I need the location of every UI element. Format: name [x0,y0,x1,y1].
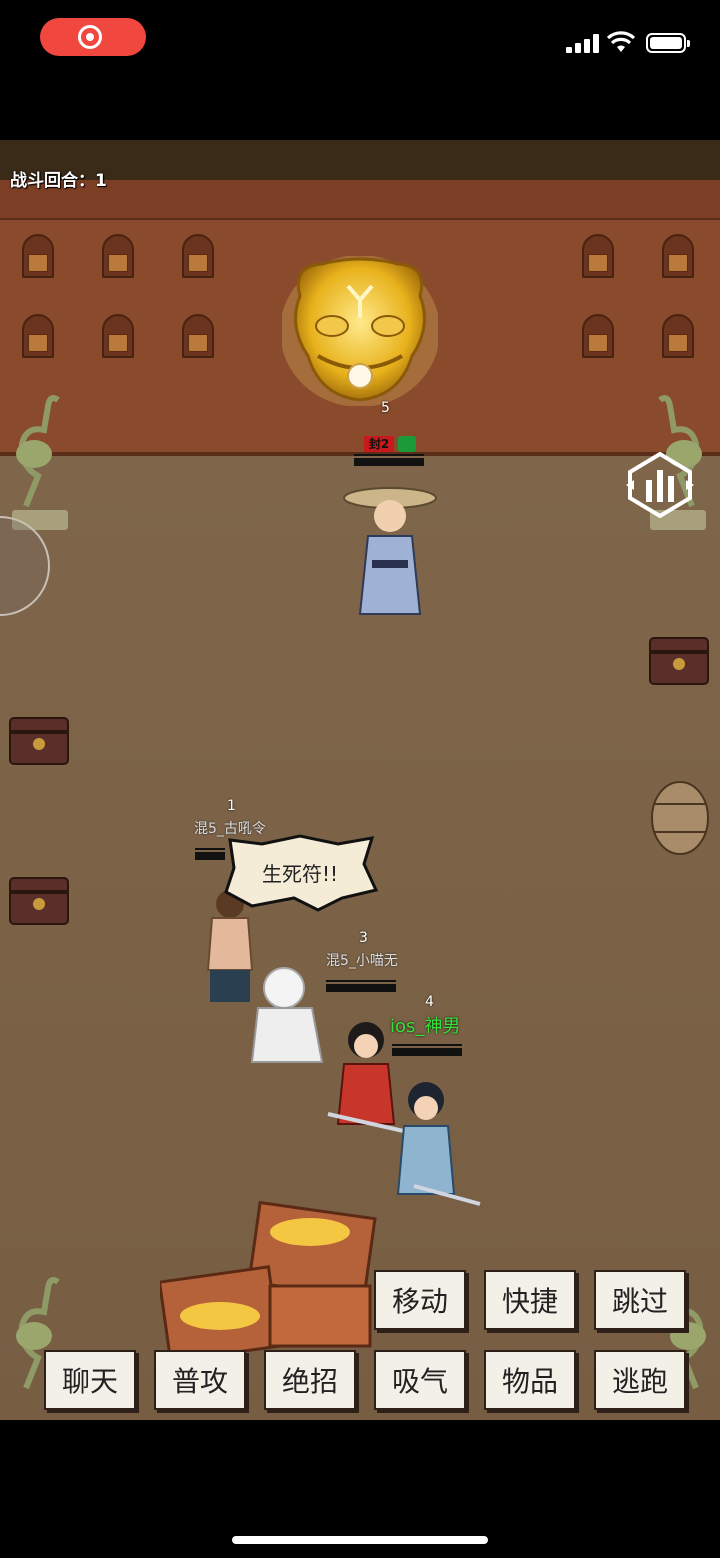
shield-status-icon [398,436,416,452]
treasure-chest[interactable] [648,630,710,688]
wall-niche [182,314,214,358]
treasure-chest[interactable] [8,710,70,768]
wall-niche [662,234,694,278]
flee-button[interactable]: 逃跑 [594,1350,686,1410]
wall-niche [582,234,614,278]
chat-button[interactable]: 聊天 [44,1350,136,1410]
home-indicator[interactable] [232,1536,488,1544]
normal-attack-button[interactable]: 普攻 [154,1350,246,1410]
party-member-number: 1 [227,798,236,814]
treasure-chest[interactable] [8,870,70,928]
ceiling-beam [0,140,720,180]
move-button[interactable]: 移动 [374,1270,466,1330]
golden-toad-boss[interactable] [282,256,438,406]
wall-niche [582,314,614,358]
party-member-number: 3 [359,930,368,946]
battle-round-counter: 战斗回合：1 [10,171,107,191]
skip-button[interactable]: 跳过 [594,1270,686,1330]
wall-niche [182,234,214,278]
party-member-name: 混5_小喵无 [326,953,398,969]
party-health-bar [195,848,225,860]
items-button[interactable]: 物品 [484,1350,576,1410]
wall-trim [0,180,720,220]
party-blue-swordsman[interactable] [384,1074,484,1214]
ultimate-skill-button[interactable]: 绝招 [264,1350,356,1410]
enemy-swordsman[interactable] [338,476,442,626]
wall-niche [662,314,694,358]
battle-stats-icon[interactable] [626,452,694,518]
wall-niche [102,234,134,278]
wifi-icon [606,31,636,52]
wall-niche [22,234,54,278]
wooden-barrel[interactable] [650,780,710,856]
bronze-crane-statue [12,395,68,530]
wall-niche [102,314,134,358]
wall-niche [22,314,54,358]
breathe-button[interactable]: 吸气 [374,1350,466,1410]
party-health-bar [326,980,396,992]
party-member-number: 4 [425,994,434,1010]
cellular-signal-icon [566,33,600,53]
record-icon [78,25,102,49]
battery-icon [646,33,690,53]
speech-bubble-text: 生死符!! [261,862,339,886]
boss-position-number: 5 [381,400,390,416]
enemy-health-bar [354,454,424,466]
quick-button[interactable]: 快捷 [484,1270,576,1330]
seal-status-badge: 封2 [364,436,394,452]
battle-scene[interactable]: 战斗回合：1 5 封2 1 混5_古吼令 3 混5_小喵无 4 ios_神男 生… [0,140,720,1420]
